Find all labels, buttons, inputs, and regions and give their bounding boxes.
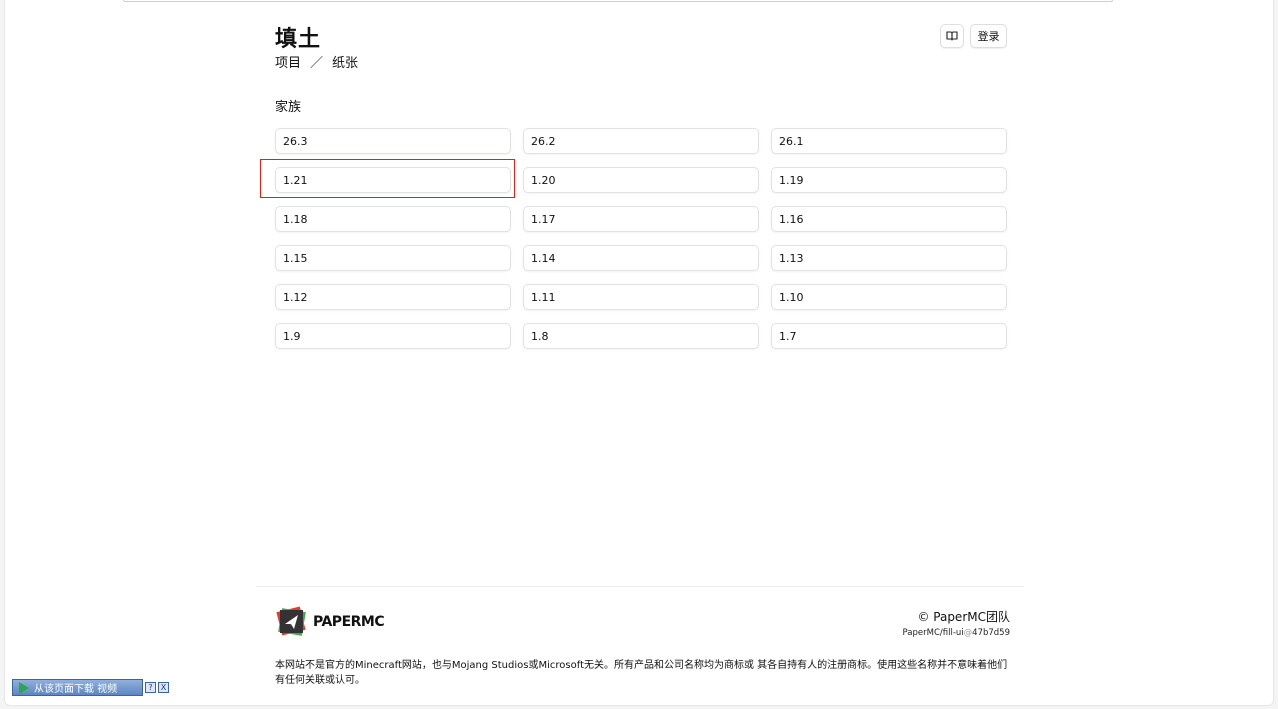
help-button[interactable]: ? xyxy=(145,682,156,693)
repo-link[interactable]: PaperMC/fill-ui xyxy=(903,628,964,638)
version-card-1-17[interactable]: 1.17 xyxy=(523,206,759,232)
section-title: 家族 xyxy=(275,100,302,115)
breadcrumb-projects-link[interactable]: 项目 xyxy=(275,56,301,71)
repo-version: PaperMC/fill-ui@47b7d59 xyxy=(903,628,1010,638)
download-video-button[interactable]: 从该页面下载 视频 xyxy=(12,679,143,696)
video-download-bar: 从该页面下载 视频 ? X xyxy=(12,679,169,696)
version-card-1-8[interactable]: 1.8 xyxy=(523,323,759,349)
version-card-1-20[interactable]: 1.20 xyxy=(523,167,759,193)
book-open-icon xyxy=(946,31,958,41)
page-title: 填土 xyxy=(275,27,322,52)
copyright-text: © PaperMC团队 xyxy=(917,610,1010,624)
version-card-1-21[interactable]: 1.21 xyxy=(275,167,511,193)
version-card-1-12[interactable]: 1.12 xyxy=(275,284,511,310)
browser-bar-edge xyxy=(123,0,1113,2)
repo-at: @ xyxy=(963,628,973,638)
docs-button[interactable] xyxy=(940,24,964,48)
papermc-logo[interactable]: PAPERMC xyxy=(275,604,385,639)
play-icon xyxy=(19,681,29,694)
version-card-1-19[interactable]: 1.19 xyxy=(771,167,1007,193)
commit-link[interactable]: 47b7d59 xyxy=(972,628,1010,638)
disclaimer: 本网站不是官方的Minecraft网站，也与Mojang Studios或Mic… xyxy=(275,660,1008,686)
papermc-logo-icon xyxy=(276,606,306,636)
version-card-1-15[interactable]: 1.15 xyxy=(275,245,511,271)
breadcrumb-current[interactable]: 纸张 xyxy=(332,56,358,71)
version-card-1-9[interactable]: 1.9 xyxy=(275,323,511,349)
breadcrumb: 项目 ／ 纸张 xyxy=(275,52,358,71)
header-actions: 登录 xyxy=(940,24,1007,48)
version-card-1-13[interactable]: 1.13 xyxy=(771,245,1007,271)
version-card-1-14[interactable]: 1.14 xyxy=(523,245,759,271)
page xyxy=(4,0,1274,706)
login-button[interactable]: 登录 xyxy=(970,24,1007,48)
version-card-1-10[interactable]: 1.10 xyxy=(771,284,1007,310)
close-button[interactable]: X xyxy=(158,682,169,693)
logo-text: PAPERMC xyxy=(313,613,385,630)
version-card-1-16[interactable]: 1.16 xyxy=(771,206,1007,232)
breadcrumb-separator: ／ xyxy=(310,56,324,71)
version-card-1-18[interactable]: 1.18 xyxy=(275,206,511,232)
version-card-26-3[interactable]: 26.3 xyxy=(275,128,511,154)
copyright: © PaperMC团队 PaperMC/fill-ui@47b7d59 xyxy=(903,608,1010,638)
version-card-26-2[interactable]: 26.2 xyxy=(523,128,759,154)
footer-divider xyxy=(256,586,1024,587)
version-card-1-11[interactable]: 1.11 xyxy=(523,284,759,310)
version-card-26-1[interactable]: 26.1 xyxy=(771,128,1007,154)
version-card-1-7[interactable]: 1.7 xyxy=(771,323,1007,349)
version-grid: 26.3 26.2 26.1 1.21 1.20 1.19 1.18 1.17 1.16 1.15… xyxy=(275,128,1007,349)
download-video-label: 从该页面下载 视频 xyxy=(34,684,118,695)
